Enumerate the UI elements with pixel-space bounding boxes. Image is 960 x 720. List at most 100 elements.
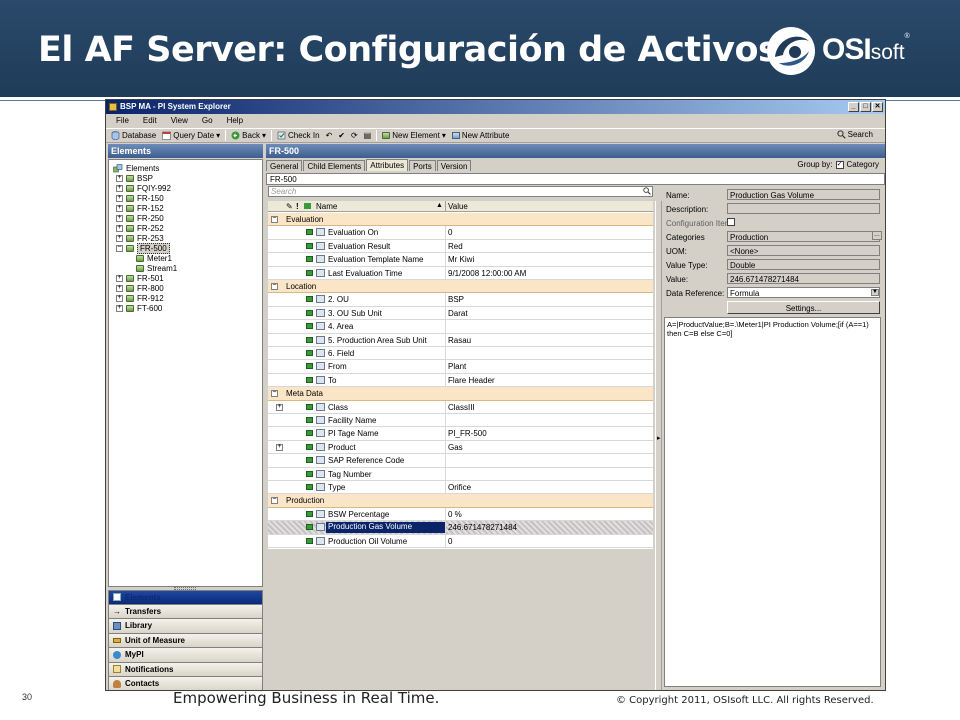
- expand-icon[interactable]: +: [116, 274, 123, 282]
- nav-elements[interactable]: Elements: [108, 590, 263, 605]
- chevron-down-icon[interactable]: ▼: [871, 289, 879, 296]
- attribute-search-input[interactable]: Search: [268, 186, 653, 197]
- configuration-item-checkbox[interactable]: [727, 218, 735, 226]
- maximize-button[interactable]: □: [860, 102, 871, 112]
- database-button[interactable]: Database: [108, 131, 159, 140]
- new-element-button[interactable]: New Element ▾: [379, 131, 449, 140]
- properties-button[interactable]: ▤: [361, 131, 375, 140]
- attribute-row[interactable]: + Class ClassIII: [268, 400, 653, 414]
- tree-item[interactable]: + FR-152: [116, 203, 164, 213]
- expand-icon[interactable]: +: [276, 443, 283, 451]
- formula-text[interactable]: A=|ProductValue;B=.\Meter1|PI Production…: [664, 317, 881, 687]
- expand-icon[interactable]: +: [116, 214, 123, 222]
- uom-field[interactable]: <None>: [727, 245, 880, 256]
- tree-item[interactable]: + FR-253: [116, 233, 164, 243]
- menu-help[interactable]: Help: [227, 116, 243, 127]
- category-row[interactable]: − Production: [268, 494, 653, 508]
- nav-notifications[interactable]: Notifications: [108, 662, 263, 677]
- tree-item[interactable]: Stream1: [136, 263, 177, 273]
- tab-general[interactable]: General: [266, 160, 303, 171]
- expand-icon[interactable]: +: [116, 174, 123, 182]
- tree-item[interactable]: + BSP: [116, 173, 153, 183]
- attribute-row[interactable]: Type Orifice: [268, 481, 653, 495]
- tab-ports[interactable]: Ports: [409, 160, 436, 171]
- attribute-row[interactable]: 6. Field: [268, 347, 653, 361]
- column-divider[interactable]: [445, 201, 446, 212]
- attribute-row[interactable]: 5. Production Area Sub Unit Rasau: [268, 333, 653, 347]
- minimize-button[interactable]: _: [848, 102, 859, 112]
- expand-icon[interactable]: +: [116, 184, 123, 192]
- categories-browse-button[interactable]: …: [872, 231, 882, 240]
- attribute-row[interactable]: Last Evaluation Time 9/1/2008 12:00:00 AM: [268, 266, 653, 280]
- window-titlebar[interactable]: BSP MA - PI System Explorer _ □ ✕: [106, 100, 885, 114]
- nav-unit-of-measure[interactable]: Unit of Measure: [108, 633, 263, 648]
- attribute-row[interactable]: PI Tage Name PI_FR-500: [268, 427, 653, 441]
- category-row[interactable]: − Meta Data: [268, 387, 653, 401]
- attribute-row[interactable]: BSW Percentage 0 %: [268, 507, 653, 522]
- new-attribute-button[interactable]: New Attribute: [449, 131, 513, 140]
- search-button[interactable]: Search: [837, 130, 873, 139]
- menu-view[interactable]: View: [171, 116, 188, 127]
- expand-icon[interactable]: +: [116, 284, 123, 292]
- refresh-button[interactable]: ⟳: [348, 131, 361, 140]
- name-field[interactable]: Production Gas Volume: [727, 189, 880, 200]
- attribute-row-selected[interactable]: Production Gas Volume 246.671478271484: [268, 521, 653, 535]
- attribute-row[interactable]: Evaluation Result Red: [268, 239, 653, 254]
- attribute-row[interactable]: 3. OU Sub Unit Darat: [268, 306, 653, 321]
- tab-attributes[interactable]: Attributes: [366, 159, 409, 171]
- collapse-icon[interactable]: −: [271, 216, 278, 223]
- attribute-row[interactable]: Facility Name: [268, 414, 653, 428]
- expand-icon[interactable]: +: [116, 224, 123, 232]
- tree-item[interactable]: + FT-600: [116, 303, 162, 313]
- attribute-row[interactable]: + Product Gas: [268, 440, 653, 455]
- attribute-row[interactable]: From Plant: [268, 360, 653, 374]
- tree-item[interactable]: + FR-501: [116, 273, 164, 283]
- expand-icon[interactable]: +: [116, 204, 123, 212]
- tree-item[interactable]: + FR-150: [116, 193, 164, 203]
- data-reference-select[interactable]: Formula: [727, 287, 880, 298]
- column-header-value[interactable]: Value: [448, 202, 468, 211]
- back-button[interactable]: Back ▾: [228, 131, 269, 140]
- column-header-name[interactable]: Name: [316, 202, 337, 211]
- expand-icon[interactable]: +: [276, 403, 283, 411]
- search-icon[interactable]: [643, 187, 651, 195]
- categories-field[interactable]: Production: [727, 231, 880, 242]
- expand-icon[interactable]: +: [116, 234, 123, 242]
- menu-file[interactable]: File: [116, 116, 129, 127]
- edit-pencil-icon[interactable]: ✎: [286, 202, 293, 211]
- nav-transfers[interactable]: → Transfers: [108, 604, 263, 619]
- attribute-row[interactable]: To Flare Header: [268, 373, 653, 388]
- sort-arrow-icon[interactable]: ▲: [436, 202, 443, 209]
- tab-version[interactable]: Version: [436, 160, 472, 171]
- group-by-category-checkbox[interactable]: ✓: [835, 160, 844, 169]
- attribute-row[interactable]: Production Oil Volume 0: [268, 534, 653, 548]
- expand-icon[interactable]: +: [116, 294, 123, 302]
- close-button[interactable]: ✕: [872, 102, 883, 112]
- nav-mypi[interactable]: MyPI: [108, 648, 263, 663]
- check-in-button[interactable]: Check In: [274, 131, 323, 140]
- description-field[interactable]: [727, 203, 880, 214]
- attribute-row[interactable]: 2. OU BSP: [268, 293, 653, 307]
- collapse-icon[interactable]: −: [116, 244, 123, 252]
- nav-library[interactable]: Library: [108, 619, 263, 634]
- settings-button[interactable]: Settings...: [727, 301, 880, 314]
- details-splitter[interactable]: ▸: [655, 201, 662, 690]
- collapse-icon[interactable]: −: [271, 390, 278, 398]
- undo-button[interactable]: ↶: [323, 131, 336, 140]
- nav-contacts[interactable]: Contacts: [108, 677, 263, 690]
- attribute-row[interactable]: Evaluation On 0: [268, 226, 653, 240]
- tree-item[interactable]: Meter1: [136, 253, 172, 263]
- attribute-row[interactable]: Evaluation Template Name Mr Kiwi: [268, 253, 653, 267]
- query-date-button[interactable]: Query Date ▾: [159, 131, 223, 140]
- category-row[interactable]: − Location: [268, 280, 653, 294]
- attribute-row[interactable]: SAP Reference Code: [268, 454, 653, 468]
- category-row[interactable]: − Evaluation: [268, 213, 653, 227]
- check-button[interactable]: ✔: [335, 131, 348, 140]
- tree-item[interactable]: + FR-912: [116, 293, 164, 303]
- value-field[interactable]: 246.671478271484: [727, 273, 880, 284]
- tree-item-selected[interactable]: − FR-500: [116, 242, 170, 254]
- tab-child-elements[interactable]: Child Elements: [303, 160, 366, 171]
- tree-item[interactable]: + FQIY-992: [116, 183, 171, 193]
- attribute-row[interactable]: 4. Area: [268, 320, 653, 334]
- expand-icon[interactable]: +: [116, 304, 123, 312]
